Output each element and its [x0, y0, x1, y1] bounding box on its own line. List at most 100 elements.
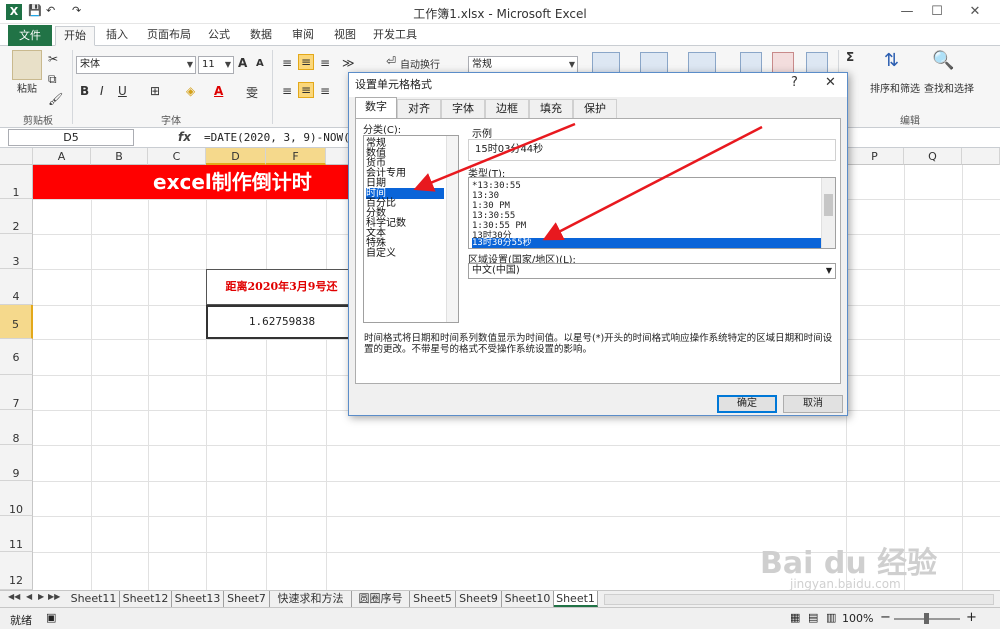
- align-left-icon[interactable]: ≡: [282, 84, 292, 98]
- sheet-tab[interactable]: Sheet11: [68, 591, 120, 607]
- type-scrollbar[interactable]: [821, 178, 835, 248]
- font-color-button[interactable]: A: [214, 84, 223, 98]
- row-header[interactable]: 12: [0, 552, 33, 590]
- align-bottom-icon[interactable]: ≡: [320, 56, 330, 70]
- sheet-tab[interactable]: 圆圈序号: [352, 591, 410, 607]
- align-right-icon[interactable]: ≡: [320, 84, 330, 98]
- row-header[interactable]: 7: [0, 375, 33, 410]
- formula-input[interactable]: =DATE(2020, 3, 9)-NOW(): [204, 131, 356, 144]
- tab-page-layout[interactable]: 页面布局: [142, 26, 196, 46]
- align-top-icon[interactable]: ≡: [282, 56, 292, 70]
- column-header[interactable]: F: [266, 148, 326, 165]
- wrap-text-icon[interactable]: ⏎: [386, 54, 396, 68]
- cut-icon[interactable]: ✂: [48, 52, 58, 66]
- row-header[interactable]: 6: [0, 339, 33, 375]
- tab-border[interactable]: 边框: [485, 99, 529, 118]
- paste-icon[interactable]: [12, 50, 42, 80]
- zoom-out-button[interactable]: −: [880, 610, 891, 625]
- align-center-icon[interactable]: ≡: [298, 82, 315, 98]
- format-painter-icon[interactable]: 🖌: [48, 92, 63, 106]
- category-list[interactable]: 常规 数值 货币 会计专用 日期 时间 百分比 分数 科学记数 文本 特殊 自定…: [363, 135, 459, 323]
- font-name-combo[interactable]: 宋体 ▼: [76, 56, 196, 74]
- countdown-value-cell[interactable]: 1.62759838: [206, 305, 356, 339]
- category-item[interactable]: 自定义: [366, 248, 444, 259]
- tab-developer[interactable]: 开发工具: [368, 26, 422, 46]
- type-item[interactable]: 1:30:55 PM: [472, 221, 824, 231]
- type-list[interactable]: *13:30:55 13:30 1:30 PM 13:30:55 1:30:55…: [468, 177, 836, 249]
- row-header[interactable]: 9: [0, 445, 33, 481]
- dialog-close-button[interactable]: ✕: [825, 75, 836, 90]
- row-header[interactable]: 11: [0, 516, 33, 552]
- tab-fill[interactable]: 填充: [529, 99, 573, 118]
- sheet-tab[interactable]: Sheet13: [172, 591, 224, 607]
- zoom-slider-thumb[interactable]: [924, 613, 929, 624]
- row-header[interactable]: 4: [0, 269, 33, 305]
- close-button[interactable]: ✕: [960, 2, 990, 22]
- column-header[interactable]: D: [206, 148, 266, 165]
- delete-cells-icon[interactable]: [772, 52, 794, 74]
- align-middle-icon[interactable]: ≡: [298, 54, 315, 70]
- sort-filter-icon[interactable]: ⇅: [884, 50, 899, 71]
- tab-protection[interactable]: 保护: [573, 99, 617, 118]
- column-header[interactable]: A: [33, 148, 91, 165]
- shrink-font-button[interactable]: A: [256, 58, 264, 69]
- last-sheet-icon[interactable]: ▶▶: [48, 592, 60, 601]
- category-scrollbar[interactable]: [446, 136, 458, 322]
- cancel-button[interactable]: 取消: [783, 395, 843, 413]
- tab-alignment[interactable]: 对齐: [397, 99, 441, 118]
- column-header[interactable]: P: [846, 148, 904, 165]
- sheet-tab-active[interactable]: Sheet1: [554, 591, 598, 607]
- tab-number[interactable]: 数字: [355, 97, 397, 118]
- row-header[interactable]: 10: [0, 481, 33, 516]
- sheet-tab[interactable]: Sheet10: [502, 591, 554, 607]
- type-item[interactable]: 1:30 PM: [472, 201, 824, 211]
- underline-button[interactable]: U: [118, 84, 127, 98]
- column-header[interactable]: [962, 148, 1000, 165]
- insert-cells-icon[interactable]: [740, 52, 762, 74]
- minimize-button[interactable]: —: [892, 2, 922, 22]
- tab-home[interactable]: 开始: [55, 26, 95, 46]
- zoom-in-button[interactable]: +: [966, 610, 977, 625]
- column-header[interactable]: C: [148, 148, 206, 165]
- wrap-text-button[interactable]: 自动换行: [400, 56, 440, 71]
- maximize-button[interactable]: ☐: [922, 2, 952, 22]
- row-header[interactable]: 5: [0, 305, 33, 339]
- horizontal-scrollbar[interactable]: [604, 594, 994, 605]
- italic-button[interactable]: I: [100, 84, 104, 98]
- row-header[interactable]: 8: [0, 410, 33, 445]
- row-header[interactable]: 3: [0, 234, 33, 269]
- column-header[interactable]: B: [91, 148, 148, 165]
- tab-review[interactable]: 审阅: [286, 26, 320, 46]
- tab-view[interactable]: 视图: [328, 26, 362, 46]
- phonetic-button[interactable]: 雯: [246, 84, 258, 101]
- sheet-tab[interactable]: 快速求和方法: [270, 591, 352, 607]
- grow-font-button[interactable]: A: [238, 56, 247, 70]
- type-item[interactable]: 13:30: [472, 191, 824, 201]
- sheet-tab[interactable]: Sheet9: [456, 591, 502, 607]
- name-box[interactable]: D5: [8, 129, 134, 146]
- bold-button[interactable]: B: [80, 84, 89, 98]
- column-header[interactable]: Q: [904, 148, 962, 165]
- locale-select[interactable]: 中文(中国) ▼: [468, 263, 836, 279]
- type-item-selected[interactable]: 13时30分55秒: [472, 238, 824, 248]
- tab-formulas[interactable]: 公式: [202, 26, 236, 46]
- first-sheet-icon[interactable]: ◀◀: [8, 592, 20, 601]
- sheet-tab[interactable]: Sheet12: [120, 591, 172, 607]
- sheet-tab[interactable]: Sheet5: [410, 591, 456, 607]
- ok-button[interactable]: 确定: [717, 395, 777, 413]
- fill-color-icon[interactable]: ◈: [186, 84, 195, 98]
- page-break-view-icon[interactable]: ▥: [826, 611, 836, 624]
- row-header[interactable]: 2: [0, 199, 33, 234]
- sort-filter-button[interactable]: 排序和筛选: [866, 80, 924, 95]
- orientation-icon[interactable]: ≫: [342, 56, 355, 70]
- font-size-combo[interactable]: 11 ▼: [198, 56, 234, 74]
- tab-font[interactable]: 字体: [441, 99, 485, 118]
- type-item[interactable]: 13:30:55: [472, 211, 824, 221]
- zoom-level[interactable]: 100%: [842, 612, 873, 625]
- tab-file[interactable]: 文件: [8, 25, 52, 46]
- scrollbar-thumb[interactable]: [824, 194, 833, 216]
- countdown-title-cell[interactable]: 距离2020年3月9号还: [206, 269, 356, 305]
- next-sheet-icon[interactable]: ▶: [38, 592, 44, 601]
- find-select-icon[interactable]: 🔍: [932, 50, 954, 71]
- paste-button[interactable]: 粘贴: [10, 80, 44, 95]
